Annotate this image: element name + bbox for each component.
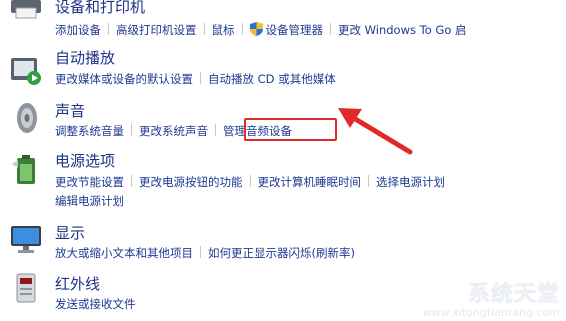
category-title-devices[interactable]: 设备和打印机 — [55, 0, 145, 17]
devices-links: 添加设备 高级打印机设置 鼠标 设备管理器 更改 Windows To Go 启 — [55, 22, 467, 38]
link-change-media-defaults[interactable]: 更改媒体或设备的默认设置 — [55, 72, 193, 86]
separator — [200, 72, 201, 84]
link-power-button-function[interactable]: 更改电源按钮的功能 — [139, 175, 243, 189]
printer-icon — [11, 0, 41, 19]
battery-icon — [12, 155, 35, 184]
highlight-box — [244, 118, 337, 141]
watermark-url: www.xitongtiantang.com — [422, 306, 560, 319]
monitor-icon — [11, 226, 41, 253]
separator — [368, 175, 369, 187]
category-title-autoplay[interactable]: 自动播放 — [55, 48, 115, 68]
separator — [131, 175, 132, 187]
link-zoom-text[interactable]: 放大或缩小文本和其他项目 — [55, 246, 193, 260]
autoplay-icon — [11, 58, 41, 85]
separator — [330, 23, 331, 35]
separator — [200, 246, 201, 258]
separator — [108, 23, 109, 35]
link-autoplay-cd[interactable]: 自动播放 CD 或其他媒体 — [208, 72, 336, 86]
power-links: 更改节能设置 更改电源按钮的功能 更改计算机睡眠时间 选择电源计划 — [55, 174, 445, 190]
link-edit-power-plan[interactable]: 编辑电源计划 — [55, 194, 124, 208]
infrared-links: 发送或接收文件 — [55, 296, 136, 312]
category-title-infrared[interactable]: 红外线 — [55, 274, 100, 294]
category-title-power[interactable]: 电源选项 — [55, 151, 115, 171]
infrared-icon — [16, 273, 36, 303]
link-mouse[interactable]: 鼠标 — [212, 23, 235, 37]
link-choose-power-plan[interactable]: 选择电源计划 — [376, 175, 445, 189]
separator — [131, 124, 132, 136]
category-title-sound[interactable]: 声音 — [55, 101, 85, 121]
link-advanced-printer-settings[interactable]: 高级打印机设置 — [116, 23, 197, 37]
category-title-display[interactable]: 显示 — [55, 223, 85, 243]
power-links-row2: 编辑电源计划 — [55, 193, 124, 209]
separator — [215, 124, 216, 136]
watermark-logo: 系统天堂 — [467, 282, 560, 307]
link-device-manager[interactable]: 设备管理器 — [266, 23, 324, 37]
separator — [203, 23, 205, 35]
annotation-arrow — [338, 108, 413, 155]
link-fix-flicker[interactable]: 如何更正显示器闪烁(刷新率) — [208, 246, 355, 260]
display-links: 放大或缩小文本和其他项目 如何更正显示器闪烁(刷新率) — [55, 245, 355, 261]
separator — [249, 175, 251, 187]
uac-shield-icon — [249, 22, 263, 36]
separator — [241, 23, 243, 35]
watermark: 系统天堂 www.xitongtiantang.com — [423, 283, 560, 319]
speaker-icon — [17, 103, 37, 133]
link-send-receive-files[interactable]: 发送或接收文件 — [55, 297, 136, 311]
link-add-device[interactable]: 添加设备 — [55, 23, 101, 37]
autoplay-links: 更改媒体或设备的默认设置 自动播放 CD 或其他媒体 — [55, 71, 336, 87]
link-change-power-saving[interactable]: 更改节能设置 — [55, 175, 124, 189]
link-change-system-sounds[interactable]: 更改系统声音 — [139, 124, 208, 138]
link-change-sleep-time[interactable]: 更改计算机睡眠时间 — [258, 175, 362, 189]
link-adjust-volume[interactable]: 调整系统音量 — [55, 124, 124, 138]
link-windows-to-go[interactable]: 更改 Windows To Go 启 — [338, 23, 467, 37]
